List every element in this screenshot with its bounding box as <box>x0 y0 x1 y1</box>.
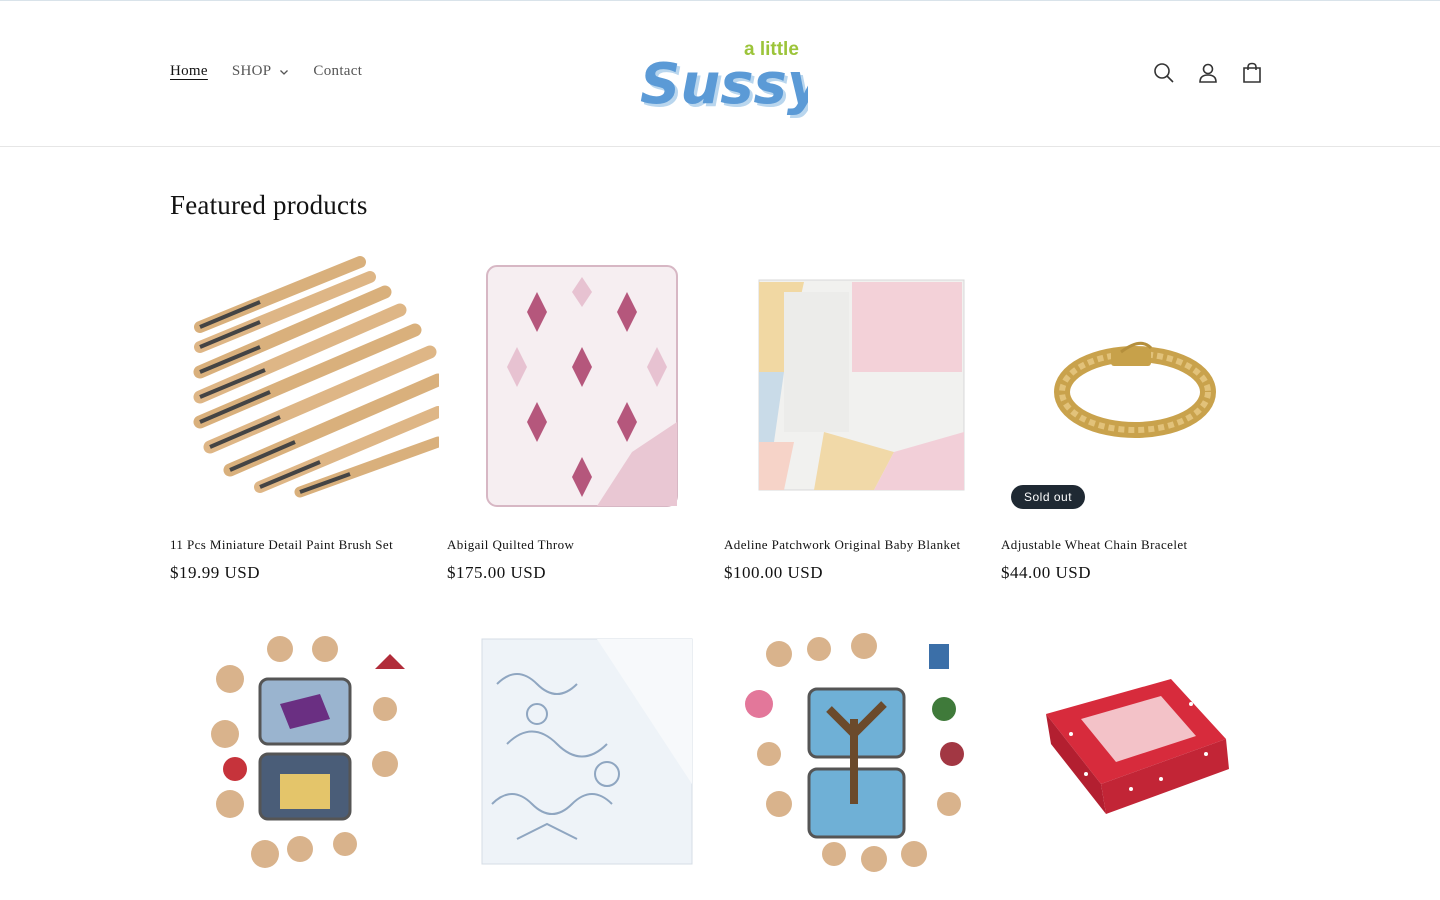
product-card[interactable]: 11 Pcs Miniature Detail Paint Brush Set … <box>170 252 439 583</box>
featured-products-title: Featured products <box>170 190 368 220</box>
search-icon[interactable] <box>1150 59 1178 87</box>
cart-icon[interactable] <box>1238 59 1266 87</box>
product-title[interactable]: Adeline Patchwork Original Baby Blanket <box>724 537 993 553</box>
product-card[interactable] <box>724 624 993 893</box>
product-price: $100.00 USD <box>724 563 824 582</box>
product-card[interactable] <box>447 624 716 893</box>
product-title[interactable]: 11 Pcs Miniature Detail Paint Brush Set <box>170 537 439 553</box>
nav-shop-dropdown[interactable]: SHOP <box>232 63 290 80</box>
account-icon[interactable] <box>1194 59 1222 87</box>
nav-shop-label: SHOP <box>231 63 272 79</box>
product-price: $175.00 USD <box>447 563 547 582</box>
sold-out-badge: Sold out <box>1011 485 1086 509</box>
nav-contact-link[interactable]: Contact <box>313 63 362 80</box>
main-nav: Home SHOP Contact <box>170 63 386 80</box>
product-card[interactable] <box>170 624 439 893</box>
product-title[interactable]: Adjustable Wheat Chain Bracelet <box>1001 537 1270 553</box>
product-card[interactable]: Adeline Patchwork Original Baby Blanket … <box>724 252 993 583</box>
logo-big-text: Sussy <box>640 52 808 117</box>
site-logo[interactable]: a little Sussy Sussy <box>636 31 829 121</box>
product-image-quilted-throw[interactable] <box>447 252 716 521</box>
product-image-wonderland-felt-set[interactable] <box>724 624 993 893</box>
nav-home-link[interactable]: Home <box>170 63 208 80</box>
product-card[interactable]: Sold out Adjustable Wheat Chain Bracelet… <box>1001 252 1270 583</box>
product-price: $44.00 USD <box>1001 563 1092 582</box>
product-image-paint-brushes[interactable] <box>170 252 439 521</box>
product-price: $19.99 USD <box>170 563 261 582</box>
product-card[interactable]: Abigail Quilted Throw $175.00 USD <box>447 252 716 583</box>
product-image-felt-play-set[interactable] <box>170 624 439 893</box>
product-image-patchwork-blanket[interactable] <box>724 252 993 521</box>
product-title[interactable]: Abigail Quilted Throw <box>447 537 716 553</box>
product-image-baking-kit[interactable] <box>1001 624 1270 893</box>
header-icons <box>1150 59 1282 87</box>
product-card[interactable] <box>1001 624 1270 893</box>
product-image-bracelet[interactable]: Sold out <box>1001 252 1270 521</box>
site-header: Home SHOP Contact a little Sussy Sussy <box>0 1 1440 147</box>
chevron-down-icon <box>279 67 289 77</box>
product-image-toile-quilt[interactable] <box>447 624 716 893</box>
